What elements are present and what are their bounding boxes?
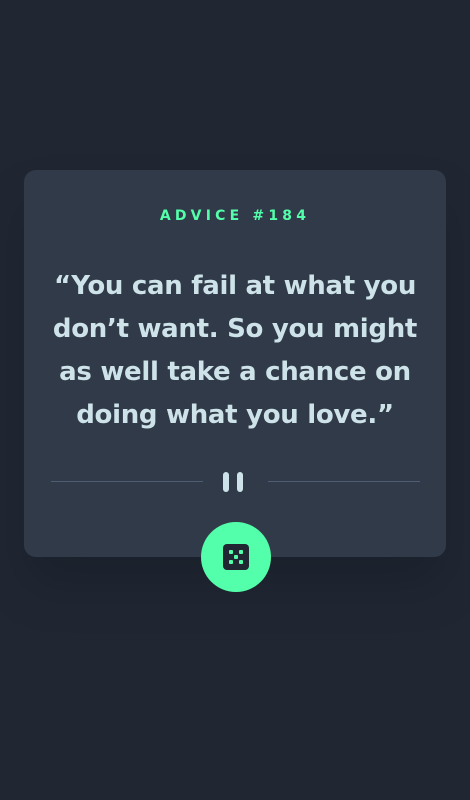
divider-line-left [51,481,203,482]
generate-advice-button[interactable] [201,522,271,592]
advice-number-label: ADVICE #184 [159,208,311,224]
dice-icon [223,544,249,570]
advice-quote: “You can fail at what you don’t want. So… [52,271,418,430]
pattern-divider [51,468,420,496]
divider-line-right [268,481,420,482]
pause-divider-icon [223,472,249,492]
